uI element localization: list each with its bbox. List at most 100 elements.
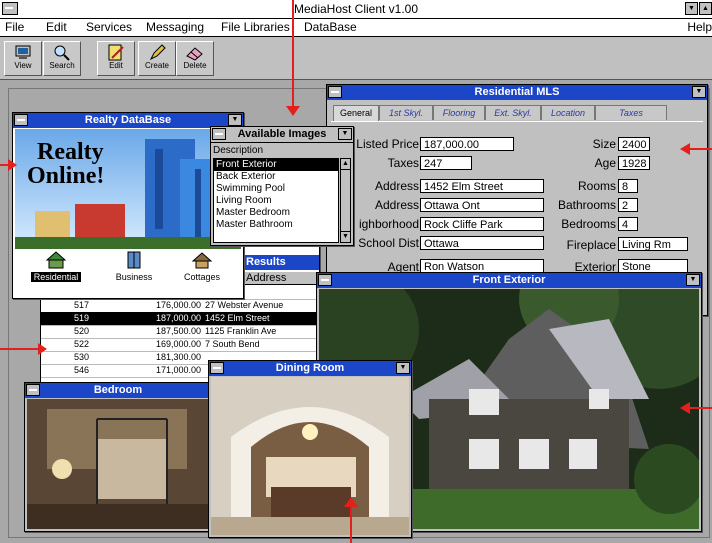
app-minimize-button[interactable]: ▼ xyxy=(685,2,698,15)
menu-edit[interactable]: Edit xyxy=(46,20,67,34)
neighborhood-label: ighborhood xyxy=(358,217,419,231)
house-icon xyxy=(45,251,67,269)
category-residential[interactable]: Residential xyxy=(31,251,81,282)
available-images-title: Available Images xyxy=(237,128,327,140)
image-list-item[interactable]: Living Room xyxy=(214,195,338,207)
table-row[interactable]: 522 169,000.00 7 South Bend xyxy=(41,338,319,352)
listed-price-label: Listed Price xyxy=(356,137,419,151)
dining-room-system-menu[interactable] xyxy=(210,362,224,374)
callout-line-right-1 xyxy=(690,148,712,150)
image-list-item[interactable]: Master Bedroom xyxy=(214,207,338,219)
mls-minimize-button[interactable]: ▼ xyxy=(692,86,706,98)
front-exterior-system-menu[interactable] xyxy=(318,274,332,286)
dining-room-window: Dining Room ▼ xyxy=(208,360,412,538)
size-field[interactable]: 2400 xyxy=(618,137,650,151)
image-list-item[interactable]: Front Exterior xyxy=(214,159,338,171)
callout-arrow-right-2 xyxy=(680,402,690,414)
business-label: Business xyxy=(115,272,153,282)
create-button-label: Create xyxy=(144,61,169,70)
images-scrollbar[interactable]: ▲ ▼ xyxy=(340,158,351,243)
image-list-item[interactable]: Swimming Pool xyxy=(214,183,338,195)
dining-room-titlebar[interactable]: Dining Room xyxy=(209,361,411,376)
app-maximize-button[interactable]: ▲ xyxy=(699,2,712,15)
eraser-icon xyxy=(186,47,203,61)
menu-help[interactable]: Help xyxy=(687,20,712,34)
menu-file-libraries[interactable]: File Libraries xyxy=(221,20,290,34)
callout-arrow-left-2 xyxy=(38,343,47,355)
create-button[interactable]: Create xyxy=(138,41,176,76)
results-titlebar[interactable]: Results xyxy=(243,255,319,270)
category-cottages[interactable]: Cottages xyxy=(177,251,227,282)
tab-taxes[interactable]: Taxes xyxy=(595,105,667,120)
address1-field[interactable]: 1452 Elm Street xyxy=(420,179,544,193)
realty-titlebar[interactable]: Realty DataBase xyxy=(13,113,243,128)
tab-general[interactable]: General xyxy=(333,105,379,122)
row-price: 169,000.00 xyxy=(155,339,201,349)
tab-flooring[interactable]: Flooring xyxy=(433,105,485,120)
view-button[interactable]: View xyxy=(4,41,42,76)
tab-1st-skyl[interactable]: 1st Skyl. xyxy=(379,105,433,120)
table-row[interactable]: 520 187,500.00 1125 Franklin Ave xyxy=(41,325,319,339)
realty-minimize-button[interactable]: ▼ xyxy=(228,114,242,126)
age-field[interactable]: 1928 xyxy=(618,156,650,170)
bedroom-title: Bedroom xyxy=(93,384,143,396)
row-address: 7 South Bend xyxy=(205,339,260,349)
category-business[interactable]: Business xyxy=(109,251,159,282)
front-exterior-minimize-button[interactable]: ▼ xyxy=(686,274,700,286)
listed-price-field[interactable]: 187,000.00 xyxy=(420,137,514,151)
app-title: MediaHost Client v1.00 xyxy=(293,2,419,16)
taxes-field[interactable]: 247 xyxy=(420,156,472,170)
image-list-item[interactable]: Master Bathroom xyxy=(214,219,338,231)
school-district-field[interactable]: Ottawa xyxy=(420,236,544,250)
app-titlebar: MediaHost Client v1.00 ▼ ▲ xyxy=(0,0,712,19)
agent-field[interactable]: Ron Watson xyxy=(420,259,544,273)
residential-label: Residential xyxy=(31,272,81,282)
callout-line-top xyxy=(292,0,294,108)
callout-line-right-2 xyxy=(690,407,712,409)
available-images-minimize-button[interactable]: ▼ xyxy=(338,128,352,140)
results-title: Results xyxy=(246,256,286,268)
menu-file[interactable]: File xyxy=(5,20,24,34)
logo-line-1: Realty xyxy=(37,139,104,165)
bathrooms-field[interactable]: 2 xyxy=(618,198,638,212)
pencil-paper-icon xyxy=(108,44,124,61)
size-label: Size xyxy=(592,137,616,151)
neighborhood-field[interactable]: Rock Cliffe Park xyxy=(420,217,544,231)
available-images-titlebar[interactable]: Available Images xyxy=(211,127,353,143)
bedroom-titlebar[interactable]: Bedroom xyxy=(25,383,211,398)
scroll-up-arrow-icon[interactable]: ▲ xyxy=(341,159,350,170)
bedrooms-field[interactable]: 4 xyxy=(618,217,638,231)
menu-services[interactable]: Services xyxy=(86,20,132,34)
search-button-label: Search xyxy=(49,61,75,70)
table-row[interactable]: 519 187,000.00 1452 Elm Street xyxy=(41,312,319,326)
mls-titlebar[interactable]: Residential MLS xyxy=(327,85,707,100)
delete-button[interactable]: Delete xyxy=(176,41,214,76)
realty-system-menu[interactable] xyxy=(14,114,28,126)
image-list-item[interactable]: Back Exterior xyxy=(214,171,338,183)
edit-button[interactable]: Edit xyxy=(97,41,135,76)
images-list-header: Description xyxy=(213,145,264,156)
available-images-system-menu[interactable] xyxy=(212,128,226,140)
bedroom-system-menu[interactable] xyxy=(26,384,40,396)
fireplace-label: Fireplace xyxy=(566,238,616,252)
search-button[interactable]: Search xyxy=(43,41,81,76)
row-address: 1125 Franklin Ave xyxy=(205,326,277,336)
dining-room-photo xyxy=(211,377,409,535)
fireplace-field[interactable]: Living Rm xyxy=(618,237,688,251)
address-column-header[interactable]: Address xyxy=(246,272,286,284)
menu-database[interactable]: DataBase xyxy=(304,20,357,34)
address2-label: Address xyxy=(374,198,419,212)
rooms-field[interactable]: 8 xyxy=(618,179,638,193)
address2-field[interactable]: Ottawa Ont xyxy=(420,198,544,212)
menu-messaging[interactable]: Messaging xyxy=(146,20,204,34)
scroll-down-arrow-icon[interactable]: ▼ xyxy=(341,231,350,242)
tab-location[interactable]: Location xyxy=(541,105,595,120)
dining-room-minimize-button[interactable]: ▼ xyxy=(396,362,410,374)
mls-system-menu[interactable] xyxy=(328,86,342,98)
table-row[interactable]: 517 176,000.00 27 Webster Avenue xyxy=(41,299,319,313)
magnifier-icon xyxy=(54,45,70,61)
exterior-field[interactable]: Stone xyxy=(618,259,688,273)
callout-arrow-right-1 xyxy=(680,143,690,155)
front-exterior-titlebar[interactable]: Front Exterior xyxy=(317,273,701,288)
tab-ext-skyl[interactable]: Ext. Skyl. xyxy=(485,105,541,120)
